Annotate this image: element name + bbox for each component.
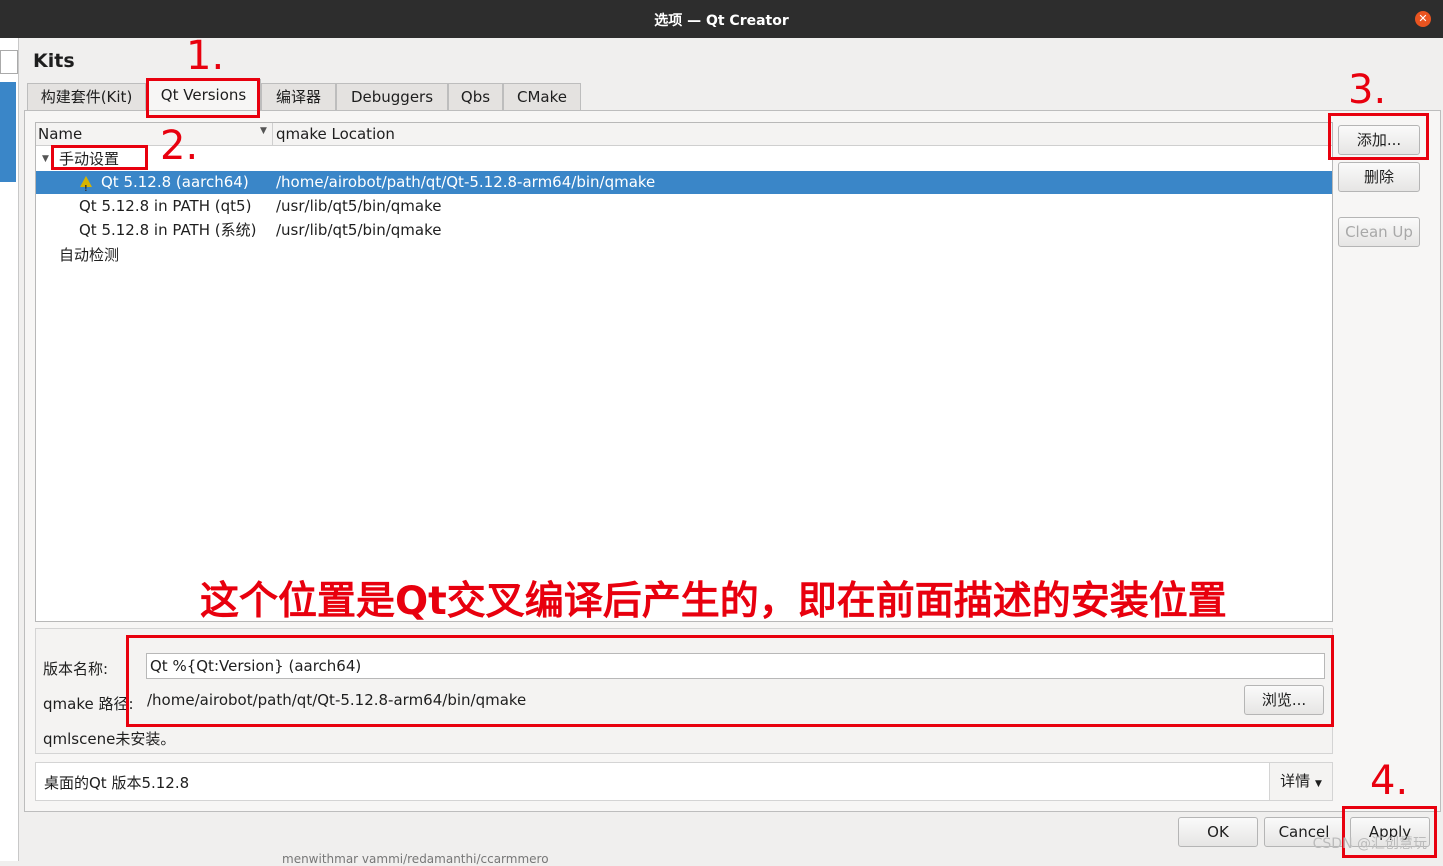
ok-button[interactable]: OK <box>1178 817 1258 847</box>
filter-input[interactable] <box>0 50 18 74</box>
annotation-number-4: 4. <box>1370 758 1409 804</box>
column-header-name[interactable]: Name <box>38 125 82 143</box>
category-sidebar <box>0 38 19 861</box>
row-name: Qt 5.12.8 in PATH (系统) <box>79 221 257 239</box>
annotation-box-add <box>1328 113 1429 160</box>
sort-arrow-icon: ▼ <box>260 126 267 136</box>
qt-versions-tree[interactable]: Name ▼ qmake Location ▼ 手动设置 ! Qt 5.12.8… <box>35 122 1333 622</box>
row-location: /usr/lib/qt5/bin/qmake <box>276 197 442 215</box>
summary-bar: 桌面的Qt 版本5.12.8 详情 ▼ <box>35 762 1333 801</box>
group-label: 自动检测 <box>59 246 120 264</box>
annotation-box-details <box>126 635 1334 727</box>
warning-icon: ! <box>80 176 92 193</box>
version-name-label: 版本名称: <box>43 660 109 678</box>
tab-compilers[interactable]: 编译器 <box>261 83 336 111</box>
background-window-text: menwithmar vammi/redamanthi/ccarmmero <box>282 852 549 866</box>
remove-button[interactable]: 删除 <box>1338 162 1420 192</box>
qmake-path-label: qmake 路径: <box>43 695 134 713</box>
annotation-box-tab <box>146 78 260 118</box>
qmlscene-status: qmlscene未安装。 <box>43 730 176 748</box>
row-name: Qt 5.12.8 in PATH (qt5) <box>79 197 252 215</box>
details-toggle-button[interactable]: 详情 ▼ <box>1269 763 1332 800</box>
sidebar-item-kits[interactable] <box>0 82 16 182</box>
summary-text: 桌面的Qt 版本5.12.8 <box>44 774 190 792</box>
tree-group-auto[interactable]: 自动检测 <box>36 244 1332 267</box>
row-name: Qt 5.12.8 (aarch64) <box>101 173 249 191</box>
tab-kits[interactable]: 构建套件(Kit) <box>27 83 146 111</box>
close-icon[interactable]: ✕ <box>1415 11 1431 27</box>
annotation-number-3: 3. <box>1348 67 1387 113</box>
tab-debuggers[interactable]: Debuggers <box>336 83 448 111</box>
window-title: 选项 — Qt Creator <box>654 13 789 29</box>
annotation-number-1: 1. <box>186 33 225 79</box>
table-row[interactable]: Qt 5.12.8 in PATH (系统) /usr/lib/qt5/bin/… <box>36 219 1332 242</box>
annotation-number-2: 2. <box>160 123 199 169</box>
annotation-note: 这个位置是Qt交叉编译后产生的，即在前面描述的安装位置 <box>200 579 1227 624</box>
tab-cmake[interactable]: CMake <box>503 83 581 111</box>
details-label: 详情 <box>1280 772 1311 790</box>
column-divider[interactable] <box>272 123 273 145</box>
tree-header: Name ▼ qmake Location <box>36 123 1332 146</box>
watermark: CSDN @汇创慧玩 <box>1312 836 1427 852</box>
row-location: /home/airobot/path/qt/Qt-5.12.8-arm64/bi… <box>276 173 656 191</box>
annotation-box-group <box>51 145 148 170</box>
table-row[interactable]: ! Qt 5.12.8 (aarch64) /home/airobot/path… <box>36 171 1332 194</box>
collapse-arrow-icon[interactable]: ▼ <box>42 148 49 171</box>
chevron-down-icon: ▼ <box>1314 779 1322 789</box>
clean-up-button[interactable]: Clean Up <box>1338 217 1420 247</box>
tab-qbs[interactable]: Qbs <box>448 83 503 111</box>
page-title: Kits <box>33 50 75 72</box>
tree-group-manual[interactable]: ▼ 手动设置 <box>36 148 1332 171</box>
row-location: /usr/lib/qt5/bin/qmake <box>276 221 442 239</box>
column-header-location[interactable]: qmake Location <box>276 125 395 143</box>
table-row[interactable]: Qt 5.12.8 in PATH (qt5) /usr/lib/qt5/bin… <box>36 195 1332 218</box>
